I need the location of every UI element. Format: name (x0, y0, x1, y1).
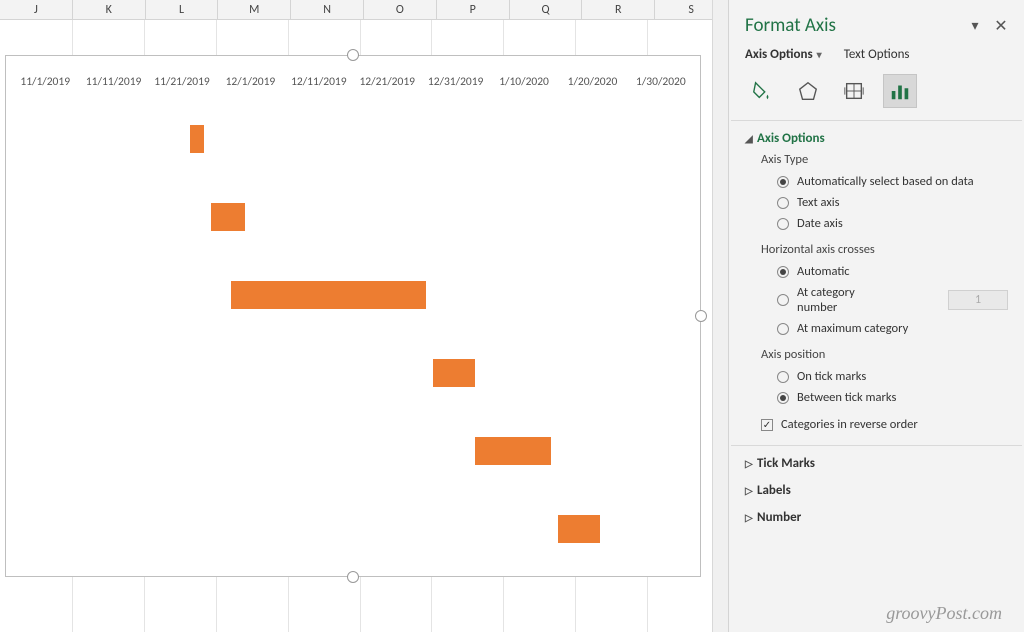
date-tick-label: 12/1/2019 (216, 75, 284, 93)
gantt-bar[interactable] (475, 437, 551, 465)
checkbox-reverse-order-label: Categories in reverse order (781, 417, 918, 432)
chart-date-axis: 11/1/201911/11/201911/21/201912/1/201912… (11, 75, 695, 93)
size-properties-icon[interactable] (837, 74, 871, 108)
pane-title: Format Axis (745, 14, 958, 37)
section-number[interactable]: ▷Number (729, 500, 1024, 527)
gantt-bar[interactable] (558, 515, 600, 543)
radio-pos-between-tick[interactable]: Between tick marks (777, 387, 1008, 408)
date-tick-label: 11/1/2019 (11, 75, 79, 93)
gantt-bar[interactable] (231, 281, 426, 309)
resize-handle-n[interactable] (347, 49, 359, 61)
column-header[interactable]: M (218, 0, 291, 19)
format-axis-pane: Format Axis ▾ ✕ Axis Options ▾ Text Optio… (728, 0, 1024, 632)
radio-pos-on-tick[interactable]: On tick marks (777, 366, 1008, 387)
axis-type-label: Axis Type (729, 148, 1024, 169)
date-tick-label: 1/30/2020 (627, 75, 695, 93)
gantt-bar[interactable] (211, 203, 246, 231)
date-tick-label: 12/31/2019 (421, 75, 489, 93)
radio-icon (777, 218, 789, 230)
axis-options-icon[interactable] (883, 74, 917, 108)
spreadsheet-area: JKLMNOPQRS 11/1/201911/11/201911/21/2019… (0, 0, 728, 632)
radio-axis-date-label: Date axis (797, 216, 843, 231)
radio-pos-on-tick-label: On tick marks (797, 369, 866, 384)
axis-position-label: Axis position (729, 343, 1024, 364)
close-icon[interactable]: ✕ (992, 16, 1010, 36)
reverse-group: Categories in reverse order (729, 412, 1024, 439)
section-labels[interactable]: ▷Labels (729, 473, 1024, 500)
resize-handle-e[interactable] (695, 310, 707, 322)
radio-cross-at-max[interactable]: At maximum category (777, 318, 1008, 339)
radio-icon (777, 294, 789, 306)
checkbox-icon (761, 419, 773, 431)
radio-icon (777, 176, 789, 188)
resize-handle-s[interactable] (347, 571, 359, 583)
radio-axis-auto[interactable]: Automatically select based on data (777, 171, 1008, 192)
tab-axis-options-label: Axis Options (745, 47, 813, 62)
checkbox-reverse-order[interactable]: Categories in reverse order (761, 414, 1008, 435)
axis-type-group: Automatically select based on data Text … (729, 169, 1024, 238)
date-tick-label: 12/21/2019 (353, 75, 421, 93)
date-tick-label: 1/20/2020 (558, 75, 626, 93)
axis-position-group: On tick marks Between tick marks (729, 364, 1024, 412)
radio-cross-at-max-label: At maximum category (797, 321, 908, 336)
radio-icon (777, 323, 789, 335)
column-header[interactable]: J (0, 0, 73, 19)
column-header[interactable]: P (437, 0, 510, 19)
tab-axis-options[interactable]: Axis Options ▾ (745, 47, 822, 62)
effects-icon[interactable] (791, 74, 825, 108)
column-header[interactable]: O (364, 0, 437, 19)
pane-tabs: Axis Options ▾ Text Options (729, 47, 1024, 68)
radio-icon (777, 371, 789, 383)
radio-axis-text-label: Text axis (797, 195, 840, 210)
radio-cross-automatic[interactable]: Automatic (777, 261, 1008, 282)
column-header[interactable]: R (582, 0, 655, 19)
pane-dropdown-icon[interactable]: ▾ (966, 17, 984, 34)
column-header[interactable]: Q (510, 0, 583, 19)
triangle-right-icon: ▷ (745, 457, 755, 470)
triangle-down-icon: ◢ (745, 132, 755, 145)
format-icon-row (729, 68, 1024, 120)
gantt-bar[interactable] (433, 359, 475, 387)
column-header[interactable]: L (146, 0, 219, 19)
at-category-number-input[interactable]: 1 (948, 290, 1008, 310)
chart-container[interactable]: 11/1/201911/11/201911/21/201912/1/201912… (5, 55, 701, 577)
h-crosses-label: Horizontal axis crosses (729, 238, 1024, 259)
date-tick-label: 1/10/2020 (490, 75, 558, 93)
tab-text-options[interactable]: Text Options (844, 47, 910, 62)
radio-cross-at-category-label: At category number (797, 285, 897, 315)
h-crosses-group: Automatic At category number 1 At maximum… (729, 259, 1024, 343)
section-axis-options-label: Axis Options (757, 131, 825, 146)
date-tick-label: 11/11/2019 (79, 75, 147, 93)
radio-icon (777, 392, 789, 404)
radio-axis-date[interactable]: Date axis (777, 213, 1008, 234)
radio-pos-between-tick-label: Between tick marks (797, 390, 896, 405)
chevron-down-icon: ▾ (817, 48, 822, 61)
section-labels-label: Labels (757, 483, 791, 498)
radio-cross-at-category[interactable]: At category number 1 (777, 282, 1008, 318)
section-tick-marks-label: Tick Marks (757, 456, 815, 471)
section-number-label: Number (757, 510, 801, 525)
triangle-right-icon: ▷ (745, 484, 755, 497)
section-tick-marks[interactable]: ▷Tick Marks (729, 446, 1024, 473)
radio-axis-auto-label: Automatically select based on data (797, 174, 974, 189)
date-tick-label: 12/11/2019 (285, 75, 353, 93)
column-headers: JKLMNOPQRS (0, 0, 728, 20)
chart-plot-area (30, 101, 690, 566)
fill-line-icon[interactable] (745, 74, 779, 108)
gantt-bar[interactable] (190, 125, 204, 153)
triangle-right-icon: ▷ (745, 511, 755, 524)
vertical-scrollbar[interactable] (712, 0, 728, 632)
date-tick-label: 11/21/2019 (148, 75, 216, 93)
column-header[interactable]: N (291, 0, 364, 19)
radio-icon (777, 266, 789, 278)
section-axis-options[interactable]: ◢Axis Options (729, 121, 1024, 148)
column-header[interactable]: K (73, 0, 146, 19)
radio-axis-text[interactable]: Text axis (777, 192, 1008, 213)
radio-cross-automatic-label: Automatic (797, 264, 850, 279)
radio-icon (777, 197, 789, 209)
